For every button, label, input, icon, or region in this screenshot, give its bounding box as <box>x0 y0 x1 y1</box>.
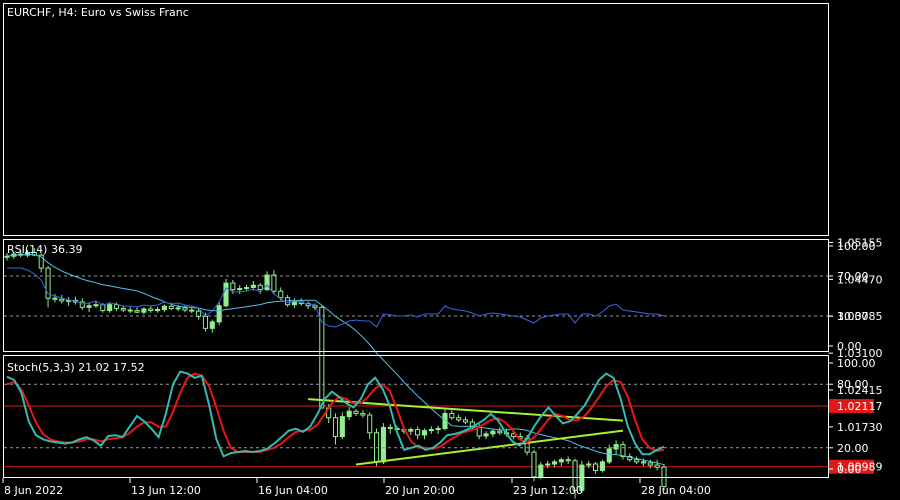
candle-body <box>538 464 544 478</box>
indicator-tick-label: 70.00 <box>837 270 869 283</box>
price-panel-title: EURCHF, H4: Euro vs Swiss Franc <box>7 6 189 19</box>
candle-body <box>113 304 120 309</box>
candle-body <box>599 461 605 471</box>
candle-body <box>497 430 503 434</box>
candle-body <box>182 307 188 311</box>
candle-body <box>134 310 140 313</box>
candle-body <box>380 426 386 463</box>
candle-body <box>230 282 236 291</box>
candle-body <box>408 429 414 432</box>
candle-body <box>428 429 434 432</box>
candle-body <box>449 412 455 419</box>
candle <box>339 412 345 440</box>
time-tick-label: 28 Jun 04:00 <box>641 484 711 497</box>
candle <box>216 301 222 326</box>
candle-body <box>647 462 653 466</box>
candle-body <box>100 304 106 312</box>
candle-body <box>421 430 428 436</box>
candle-body <box>291 301 297 306</box>
candle-body <box>565 459 571 462</box>
candle-body <box>415 429 421 436</box>
candle-body <box>531 451 537 478</box>
candle-body <box>634 459 640 463</box>
candle-body <box>545 463 551 466</box>
indicator-tick-label: 20.00 <box>837 442 869 455</box>
candle-body <box>593 463 599 471</box>
price-tick-label: 1.01730 <box>837 421 883 434</box>
time-tick-label: 8 Jun 2022 <box>4 484 63 497</box>
candle-body <box>462 419 469 423</box>
price-line-label: 1.02117 <box>837 400 883 413</box>
candle <box>380 423 386 464</box>
candle-body <box>202 316 209 329</box>
candle-body <box>257 284 263 291</box>
candle-body <box>175 307 181 310</box>
indicator-tick-label: 30.00 <box>837 310 869 323</box>
candle-body <box>107 304 113 312</box>
candle-body <box>367 414 373 434</box>
time-tick-label: 16 Jun 04:00 <box>258 484 328 497</box>
indicator-tick-label: 0.00 <box>837 463 862 476</box>
candle-body <box>435 427 441 431</box>
candle <box>223 278 229 308</box>
indicator-tick-label: 100.00 <box>837 240 876 253</box>
candle-body <box>189 309 195 312</box>
indicator-tick-label: 0.00 <box>837 340 862 353</box>
indicator-tick-label: 100.00 <box>837 357 876 370</box>
candle-body <box>606 448 612 463</box>
candle-body <box>654 464 660 468</box>
rsi-panel-title: RSI(14) 36.39 <box>7 243 82 256</box>
candle-body <box>155 309 161 312</box>
candle-body <box>168 305 174 309</box>
candle-body <box>243 286 250 290</box>
candle-body <box>640 461 647 464</box>
candle-body <box>127 309 133 312</box>
time-tick-label: 20 Jun 20:00 <box>385 484 455 497</box>
candle-body <box>360 412 366 416</box>
candle-body <box>332 417 339 438</box>
candle <box>531 450 537 482</box>
candle <box>599 459 605 473</box>
candle-body <box>558 459 564 463</box>
candle-body <box>216 305 222 323</box>
candle-body <box>93 304 99 307</box>
candle-body <box>483 433 489 437</box>
indicator-tick-label: 80.00 <box>837 378 869 391</box>
stoch-panel-title: Stoch(5,3,3) 21.02 17.52 <box>7 361 145 374</box>
candle-body <box>141 308 147 313</box>
candle-body <box>79 301 85 308</box>
candle-body <box>620 444 626 457</box>
candle-body <box>52 297 58 300</box>
candle-body <box>223 282 229 307</box>
candle-body <box>250 284 256 288</box>
candle-body <box>120 307 126 311</box>
candle-body <box>271 274 277 292</box>
time-tick-label: 13 Jun 12:00 <box>131 484 201 497</box>
candle-body <box>586 463 592 466</box>
candle-body <box>209 321 215 329</box>
candle-body <box>339 416 345 438</box>
candle-body <box>237 288 243 291</box>
candle-body <box>278 290 284 299</box>
candle-body <box>551 461 558 465</box>
candle-body <box>346 410 352 418</box>
time-tick-label: 23 Jun 12:00 <box>513 484 583 497</box>
candle-body <box>86 305 92 308</box>
candle <box>620 441 626 460</box>
candle-body <box>59 298 65 302</box>
candle-body <box>456 417 462 421</box>
candle-body <box>490 430 496 435</box>
candle-body <box>161 305 167 311</box>
candle-body <box>148 308 154 312</box>
candle-body <box>353 410 359 414</box>
chart-canvas: EURCHF, H4: Euro vs Swiss Franc 1.051551… <box>0 0 900 500</box>
candle-body <box>387 426 393 429</box>
